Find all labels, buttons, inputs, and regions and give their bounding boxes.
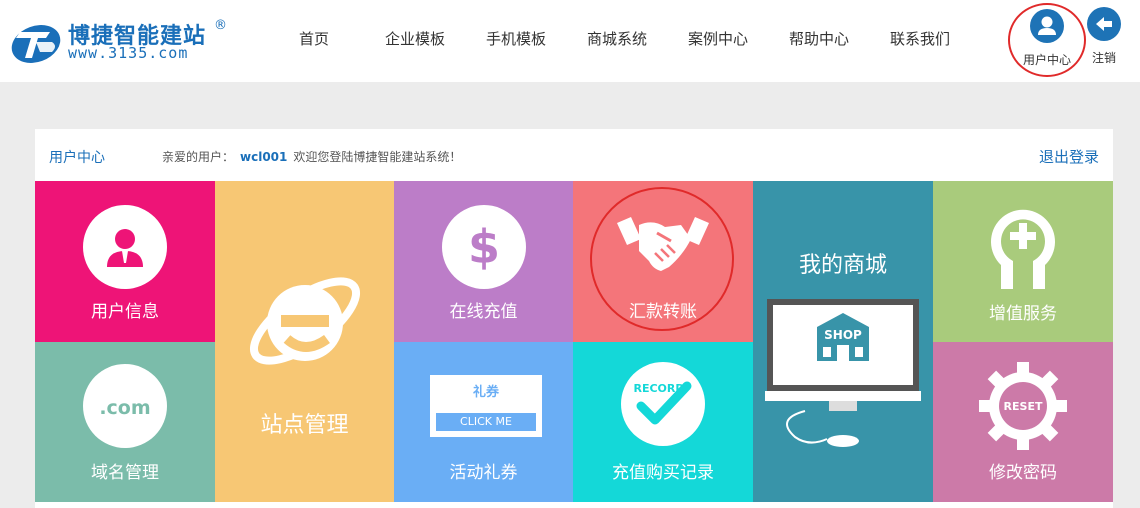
main-nav: 首页 企业模板 手机模板 商城系统 案例中心 帮助中心 联系我们 — [0, 28, 1000, 50]
nav-item-mobile-templates[interactable]: 手机模板 — [486, 28, 546, 49]
shop-icon-text: SHOP — [824, 328, 862, 342]
panel-title: 用户中心 — [49, 150, 105, 166]
dotcom-icon: .com — [83, 364, 167, 448]
user-center-button[interactable]: 用户中心 — [1008, 3, 1086, 77]
site-header: 博捷智能建站 ® www.3135.com 首页 企业模板 手机模板 商城系统 … — [0, 0, 1140, 82]
tile-recharge-label: 在线充值 — [449, 302, 518, 322]
tile-site-manage[interactable]: 站点管理 — [215, 181, 394, 502]
greeting-prefix: 亲爱的用户： — [162, 150, 235, 164]
coupon-card-title: 礼券 — [472, 385, 499, 400]
user-center-label: 用户中心 — [1022, 53, 1071, 67]
dollar-icon: $ — [442, 205, 526, 289]
tile-value-added[interactable]: 增值服务 — [933, 181, 1113, 342]
panel-header: 用户中心 亲爱的用户： wcl001 欢迎您登陆博捷智能建站系统！ 退出登录 — [35, 129, 1113, 181]
coupon-click-me: CLICK ME — [436, 413, 536, 431]
tile-purchase-records[interactable]: RECORD 充值购买记录 — [573, 342, 753, 502]
nav-item-cases[interactable]: 案例中心 — [688, 28, 748, 49]
tile-user-info-label: 用户信息 — [91, 302, 159, 322]
nav-item-mall-system[interactable]: 商城系统 — [587, 28, 647, 49]
greeting-suffix: 欢迎您登陆博捷智能建站系统！ — [293, 150, 462, 164]
user-icon — [1030, 9, 1064, 43]
arrow-left-icon — [1087, 7, 1121, 41]
logout-label: 注销 — [1091, 51, 1116, 65]
tile-change-password[interactable]: RESET 修改密码 — [933, 342, 1113, 502]
tile-value-added-label: 增值服务 — [989, 304, 1057, 324]
tile-purchase-records-label: 充值购买记录 — [612, 463, 714, 483]
reset-icon-text: RESET — [1004, 400, 1043, 413]
tile-my-shop[interactable]: 我的商城 SHOP — [753, 181, 933, 502]
businessman-icon — [83, 205, 167, 289]
dotcom-icon-text: .com — [99, 397, 150, 419]
nav-item-help[interactable]: 帮助中心 — [789, 28, 849, 49]
coupon-card-icon: 礼券 CLICK ME — [430, 375, 542, 437]
tile-change-password-label: 修改密码 — [989, 463, 1057, 483]
logout-button[interactable]: 注销 — [1086, 7, 1122, 69]
tile-user-info[interactable]: 用户信息 — [35, 181, 215, 342]
user-center-panel: 用户中心 亲爱的用户： wcl001 欢迎您登陆博捷智能建站系统！ 退出登录 用户信… — [35, 129, 1113, 508]
tile-coupon-label: 活动礼券 — [449, 463, 518, 483]
plus-bulb-icon — [991, 209, 1055, 289]
tile-domain[interactable]: .com 域名管理 — [35, 342, 215, 502]
tile-recharge[interactable]: $ 在线充值 — [394, 181, 573, 342]
shop-monitor-icon: SHOP — [765, 299, 921, 447]
username: wcl001 — [240, 150, 288, 164]
browser-e-icon — [249, 277, 361, 365]
nav-item-contact[interactable]: 联系我们 — [890, 28, 950, 49]
nav-item-home[interactable]: 首页 — [299, 28, 329, 49]
tile-coupon[interactable]: 礼券 CLICK ME 活动礼券 — [394, 342, 573, 502]
record-check-icon: RECORD — [621, 362, 705, 446]
tile-domain-label: 域名管理 — [91, 463, 159, 483]
tile-transfer[interactable]: 汇款转账 — [573, 181, 753, 342]
handshake-icon — [617, 217, 709, 271]
exit-login-link[interactable]: 退出登录 — [1039, 146, 1099, 167]
svg-text:$: $ — [468, 220, 500, 274]
tile-my-shop-label: 我的商城 — [798, 253, 887, 278]
tile-site-manage-label: 站点管理 — [260, 413, 349, 438]
tile-transfer-label: 汇款转账 — [629, 302, 697, 322]
nav-item-enterprise-templates[interactable]: 企业模板 — [385, 28, 445, 49]
reset-gear-icon: RESET — [979, 362, 1067, 450]
welcome-message: 亲爱的用户： wcl001 欢迎您登陆博捷智能建站系统！ — [162, 148, 461, 165]
